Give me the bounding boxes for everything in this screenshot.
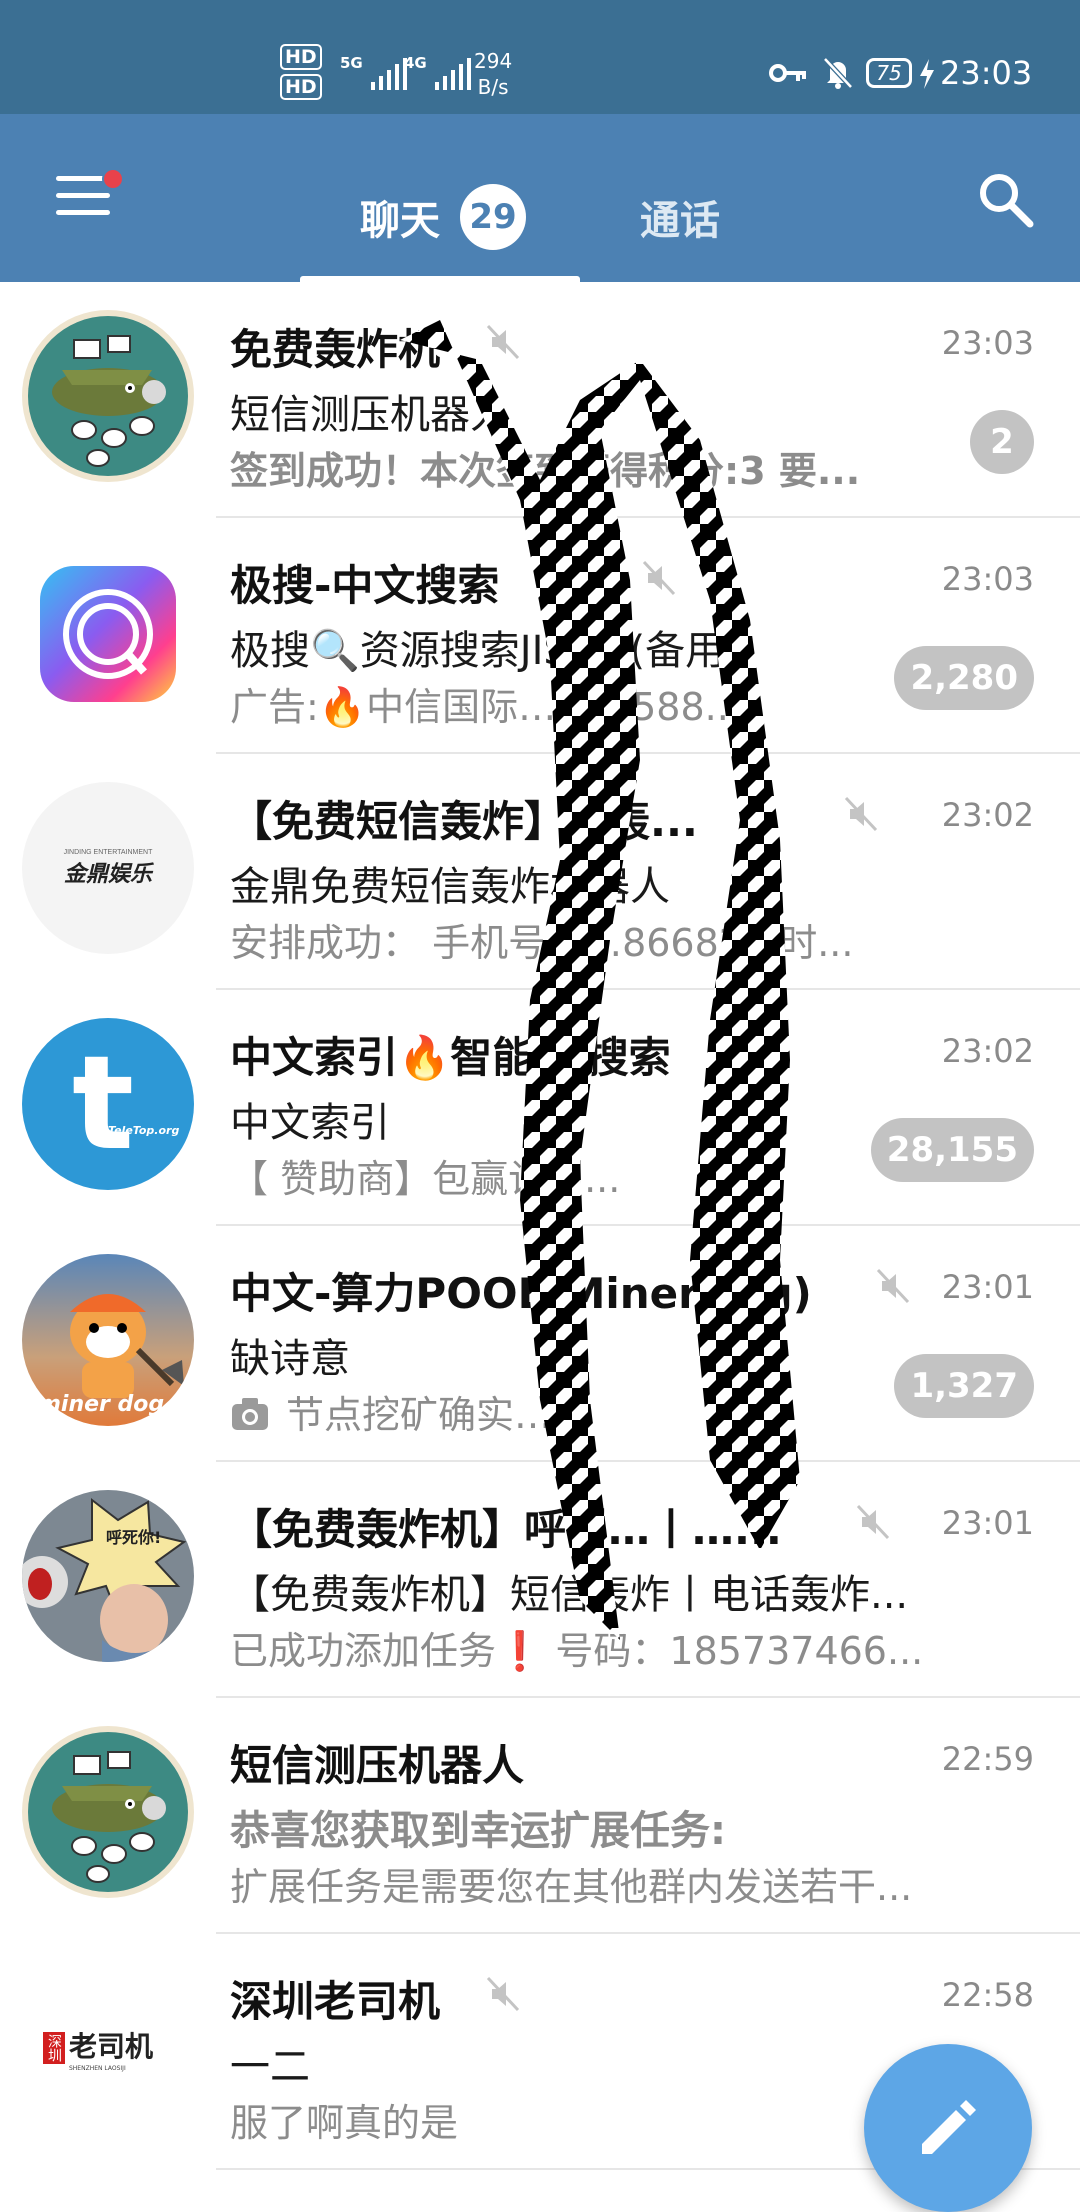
bomber-plane-icon	[28, 1732, 188, 1892]
chat-row[interactable]: 短信测压机器人 22:59 恭喜您获取到幸运扩展任务: 扩展任务是需要您在其他群…	[0, 1698, 1080, 1934]
hd-badge-1: HD	[280, 44, 322, 70]
jinding-logo-text: 金鼎娱乐	[63, 861, 152, 887]
chat-preview: 签到成功！本次签到获得积分:3 要...	[230, 449, 861, 493]
chat-time: 22:58	[941, 1976, 1034, 2014]
avatar-bomber-plane	[22, 310, 194, 482]
vpn-key-icon	[769, 64, 806, 82]
chat-preview: 扩展任务是需要您在其他群内发送若干...	[230, 1865, 913, 1909]
clock: 23:03	[940, 54, 1033, 92]
tab-chats-label: 聊天	[360, 198, 440, 244]
network-speed: 294 B/s	[474, 48, 512, 100]
network-speed-value: 294	[474, 49, 513, 73]
search-icon[interactable]	[976, 170, 1034, 228]
jisou-logo-icon	[63, 589, 153, 679]
chat-time: 23:02	[941, 1032, 1034, 1070]
laosiji-logo-text: 老司机	[68, 2029, 153, 2063]
chat-time: 23:01	[941, 1268, 1034, 1306]
unread-count-badge: 2	[970, 410, 1034, 474]
chat-sender: 一二	[230, 2044, 310, 2090]
chat-time: 22:59	[941, 1740, 1034, 1778]
next-chat-peek	[230, 2176, 830, 2208]
status-bar: HD HD 5G 4G 294 B/s 75 23:03	[0, 0, 1080, 114]
bell-off-icon	[823, 57, 853, 89]
chat-row[interactable]: 呼死你! 【免费轰炸机】呼叫…丨…... 23:01 【免费轰炸机】短信轰炸丨电…	[0, 1462, 1080, 1698]
muted-speaker-icon	[856, 1504, 890, 1540]
avatar-bomber-plane	[22, 1726, 194, 1898]
laosiji-side-text: 深圳	[42, 2032, 65, 2064]
app-header: 聊天 29 通话	[0, 114, 1080, 282]
chat-title: 中文索引🔥智能🔥搜索	[230, 1033, 671, 1082]
tab-calls[interactable]: 通话	[640, 188, 720, 246]
chat-title: 【免费轰炸机】呼叫…丨…...	[230, 1505, 782, 1554]
network-speed-unit: B/s	[477, 75, 509, 99]
chat-preview: 【 赞助商】包赢计划...	[230, 1157, 621, 1201]
network-type-4g: 4G	[404, 54, 427, 72]
camera-icon	[232, 1398, 268, 1430]
tab-chats-count-badge: 29	[460, 184, 526, 250]
laosiji-en-text: SHENZHEN LAOSIJI	[68, 2064, 126, 2072]
signal-4g-icon: 4G	[404, 54, 471, 90]
charging-bolt-icon	[920, 59, 934, 89]
chat-time: 23:03	[941, 324, 1034, 362]
chat-row[interactable]: t TeleTop.org 中文索引🔥智能🔥搜索 23:02 中文索引 【 赞助…	[0, 990, 1080, 1226]
chat-title: 深圳老司机	[230, 1977, 441, 2026]
pencil-icon	[922, 2100, 976, 2154]
battery-level: 75	[866, 58, 912, 88]
signal-5g-icon: 5G	[340, 54, 407, 90]
avatar-laosiji: 深圳 老司机 SHENZHEN LAOSIJI	[22, 1962, 194, 2134]
bomber-plane-icon	[28, 316, 188, 476]
unread-count-badge: 2,280	[894, 646, 1034, 710]
chat-preview: 节点挖矿确实…	[286, 1393, 553, 1437]
avatar-shout-meme	[22, 1490, 194, 1662]
chat-row[interactable]: 免费轰炸机 23:03 短信测压机器人 签到成功！本次签到获得积分:3 要...…	[0, 282, 1080, 518]
notification-dot	[102, 168, 124, 190]
avatar-jinding: JINDING ENTERTAINMENT 金鼎娱乐	[22, 782, 194, 954]
unread-count-badge: 28,155	[870, 1118, 1034, 1182]
chat-sender: 恭喜您获取到幸运扩展任务:	[230, 1808, 726, 1854]
chat-list: 免费轰炸机 23:03 短信测压机器人 签到成功！本次签到获得积分:3 要...…	[0, 282, 1080, 2170]
chat-sender: 【免费轰炸机】短信轰炸丨电话轰炸...	[230, 1572, 909, 1618]
network-type-5g: 5G	[340, 54, 363, 72]
hd-indicator: HD HD	[280, 44, 330, 104]
chat-time: 23:03	[941, 560, 1034, 598]
chat-row[interactable]: miner dog 中文-算力POOL(MinerDog) 23:01 缺诗意 …	[0, 1226, 1080, 1462]
muted-speaker-icon	[486, 1976, 520, 2012]
chat-preview: 安排成功： 手机号：…866821 时...	[230, 921, 854, 965]
avatar-teletop: t TeleTop.org	[22, 1018, 194, 1190]
chat-preview: 服了啊真的是	[230, 2101, 459, 2145]
muted-speaker-icon	[876, 1268, 910, 1304]
chat-sender: 金鼎免费短信轰炸机器人	[230, 864, 670, 910]
tab-chats[interactable]: 聊天 29	[300, 154, 580, 282]
chat-sender: 中文索引	[230, 1100, 390, 1146]
teletop-text: TeleTop.org	[108, 1124, 180, 1137]
chat-title: 短信测压机器人	[230, 1741, 525, 1790]
chat-preview: 广告:🔥中信国际…支持588...	[230, 685, 741, 729]
chat-sender: 极搜🔍资源搜索JISOU(备用)	[230, 628, 741, 674]
avatar-jisou	[40, 566, 176, 702]
compose-button[interactable]	[864, 2044, 1032, 2212]
shout-meme-icon	[22, 1497, 187, 1662]
muted-speaker-icon	[844, 796, 878, 832]
hd-badge-2: HD	[280, 74, 322, 100]
chat-row[interactable]: JINDING ENTERTAINMENT 金鼎娱乐 【免费短信轰炸】…轰...…	[0, 754, 1080, 990]
muted-speaker-icon	[486, 324, 520, 360]
chat-sender: 短信测压机器人	[230, 392, 510, 438]
chat-title: 免费轰炸机	[230, 325, 441, 374]
chat-row[interactable]: 极搜-中文搜索 23:03 极搜🔍资源搜索JISOU(备用) 广告:🔥中信国际……	[0, 518, 1080, 754]
shout-text: 呼死你!	[106, 1528, 162, 1547]
muted-speaker-icon	[642, 560, 676, 596]
chat-time: 23:01	[941, 1504, 1034, 1542]
chat-title: 极搜-中文搜索	[230, 561, 500, 610]
chat-sender: 缺诗意	[230, 1336, 350, 1382]
unread-count-badge: 1,327	[894, 1354, 1034, 1418]
chat-preview: 已成功添加任务❗ 号码：185737466...	[230, 1629, 924, 1673]
chat-title: 中文-算力POOL(MinerDog)	[230, 1269, 812, 1318]
chat-time: 23:02	[941, 796, 1034, 834]
chat-title: 【免费短信轰炸】…轰...	[230, 797, 698, 846]
minerdog-text: miner dog	[38, 1392, 165, 1417]
jinding-small-text: JINDING ENTERTAINMENT	[63, 848, 153, 856]
